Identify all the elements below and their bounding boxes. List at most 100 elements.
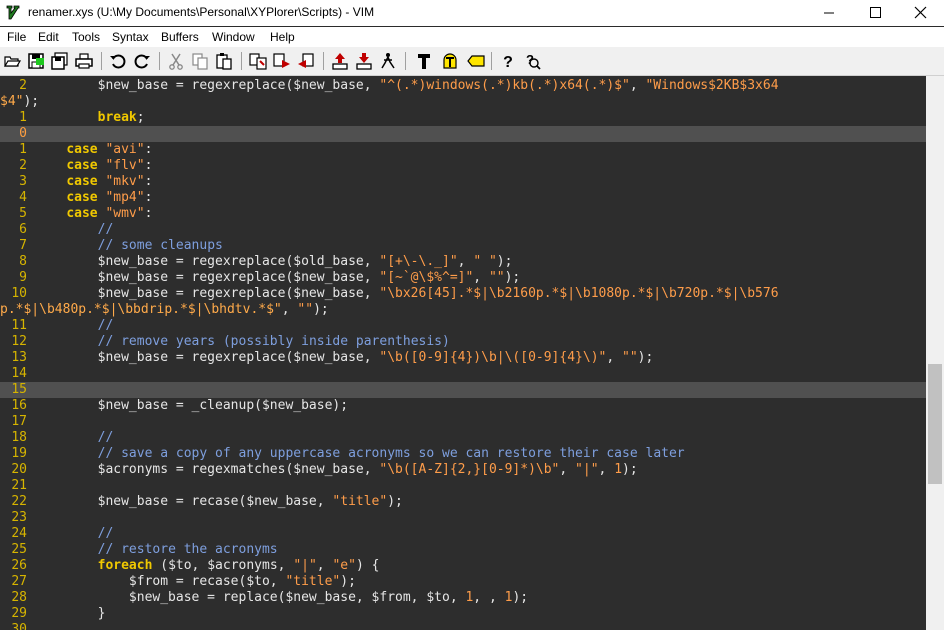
maximize-button[interactable] [852,0,898,26]
line-number: 21 [11,478,27,493]
line-number: 20 [11,462,27,477]
code-line[interactable]: 19 // save a copy of any uppercase acron… [0,446,926,462]
code-line[interactable]: 5 case "wmv": [0,206,926,222]
toolbar-separator [101,52,102,70]
undo-icon [110,54,126,69]
code-text: , [316,558,333,573]
code-line[interactable]: 21 [0,478,926,494]
print-icon [75,53,93,69]
undo-button[interactable] [108,51,128,71]
code-line[interactable]: 16 $new_base = _cleanup($new_base); [0,398,926,414]
save-all-button[interactable] [50,51,70,71]
menu-buffers[interactable]: Buffers [161,30,199,44]
code-line[interactable]: 1 case "avi": [0,142,926,158]
code-line[interactable]: 12 // remove years (possibly inside pare… [0,334,926,350]
run-script-button[interactable] [378,51,398,71]
code-text: ); [23,94,40,109]
copy-button[interactable] [190,51,210,71]
menu-window[interactable]: Window [212,30,255,44]
menu-syntax[interactable]: Syntax [112,30,149,44]
jump-to-tag-button[interactable] [466,51,486,71]
keyword: case [66,206,98,221]
code-line[interactable]: 1 break; [0,110,926,126]
find-replace-button[interactable] [248,51,268,71]
cut-button[interactable] [166,51,186,71]
code-line[interactable]: 14 [0,366,926,382]
code-line[interactable]: 25 // restore the acronyms [0,542,926,558]
keyword: break [97,110,137,125]
line-number: 15 [11,382,27,397]
redo-button[interactable] [132,51,152,71]
wrapped-line-continuation: $4" [0,94,24,109]
code-line[interactable]: 6 // [0,222,926,238]
menu-file[interactable]: File [7,30,26,44]
code-line[interactable]: 20 $acronyms = regexmatches($new_base, "… [0,462,926,478]
code-line[interactable]: p.*$|\b480p.*$|\bbdrip.*$|\bhdtv.*$", ""… [0,302,926,318]
vertical-scrollbar[interactable] [926,76,944,630]
code-line[interactable]: 15 [0,382,926,398]
find-help-button[interactable]: ? [522,51,542,71]
print-button[interactable] [74,51,94,71]
paste-button[interactable] [214,51,234,71]
run-ctags-button[interactable] [440,51,460,71]
code-line[interactable]: 27 $from = recase($to, "title"); [0,574,926,590]
find-previous-button[interactable] [296,51,316,71]
find-next-button[interactable] [272,51,292,71]
open-button[interactable] [2,51,22,71]
scrollbar-thumb[interactable] [928,364,942,484]
code-line[interactable]: $4"); [0,94,926,110]
line-number: 18 [11,430,27,445]
string-literal: "flv" [105,158,145,173]
code-line[interactable]: 10 $new_base = regexreplace($new_base, "… [0,286,926,302]
code-line[interactable]: 13 $new_base = regexreplace($new_base, "… [0,350,926,366]
code-line[interactable]: 2 $new_base = regexreplace($new_base, "^… [0,78,926,94]
paste-icon [216,53,232,70]
code-line[interactable]: 28 $new_base = replace($new_base, $from,… [0,590,926,606]
string-literal: "" [622,350,638,365]
code-line[interactable]: 9 $new_base = regexreplace($new_base, "[… [0,270,926,286]
code-line[interactable]: 26 foreach ($to, $acronyms, "|", "e") { [0,558,926,574]
jump-to-tag-icon [467,55,485,67]
close-button[interactable] [898,0,944,26]
code-line[interactable]: 18 // [0,430,926,446]
menu-help[interactable]: Help [270,30,295,44]
code-line[interactable]: 22 $new_base = recase($new_base, "title"… [0,494,926,510]
code-text: $new_base = replace($new_base, $from, $t… [35,590,466,605]
code-line[interactable]: 4 case "mp4": [0,190,926,206]
save-session-button[interactable] [354,51,374,71]
wrapped-line-continuation: p.*$|\b480p.*$|\bbdrip.*$|\bhdtv.*$" [0,302,282,317]
code-line[interactable]: 8 $new_base = regexreplace($old_base, "[… [0,254,926,270]
code-text: ); [387,494,403,509]
code-text: : [144,174,153,189]
code-text: , [473,270,489,285]
string-literal: "\b([0-9]{4})\b|\([0-9]{4}\)" [379,350,607,365]
code-line[interactable]: 11 // [0,318,926,334]
code-line[interactable]: 3 case "mkv": [0,174,926,190]
code-line[interactable]: 0 [0,126,926,142]
minimize-button[interactable] [806,0,852,26]
code-line[interactable]: 17 [0,414,926,430]
comment: // [97,526,114,541]
editor-area[interactable]: 2 $new_base = regexreplace($new_base, "^… [0,76,926,630]
code-line[interactable]: 2 case "flv": [0,158,926,174]
load-session-button[interactable] [330,51,350,71]
line-number: 11 [11,318,27,333]
line-number: 4 [19,190,27,205]
help-button[interactable]: ? [498,51,518,71]
code-line[interactable]: 7 // some cleanups [0,238,926,254]
code-line[interactable]: 30 [0,622,926,630]
line-number: 1 [19,110,27,125]
code-line[interactable]: 24 // [0,526,926,542]
menu-tools[interactable]: Tools [72,30,100,44]
make-button[interactable] [414,51,434,71]
code-line[interactable]: 23 [0,510,926,526]
menu-edit[interactable]: Edit [38,30,59,44]
code-text: : [144,142,153,157]
make-icon [418,54,430,69]
comment: // [97,318,114,333]
code-line[interactable]: 29 } [0,606,926,622]
